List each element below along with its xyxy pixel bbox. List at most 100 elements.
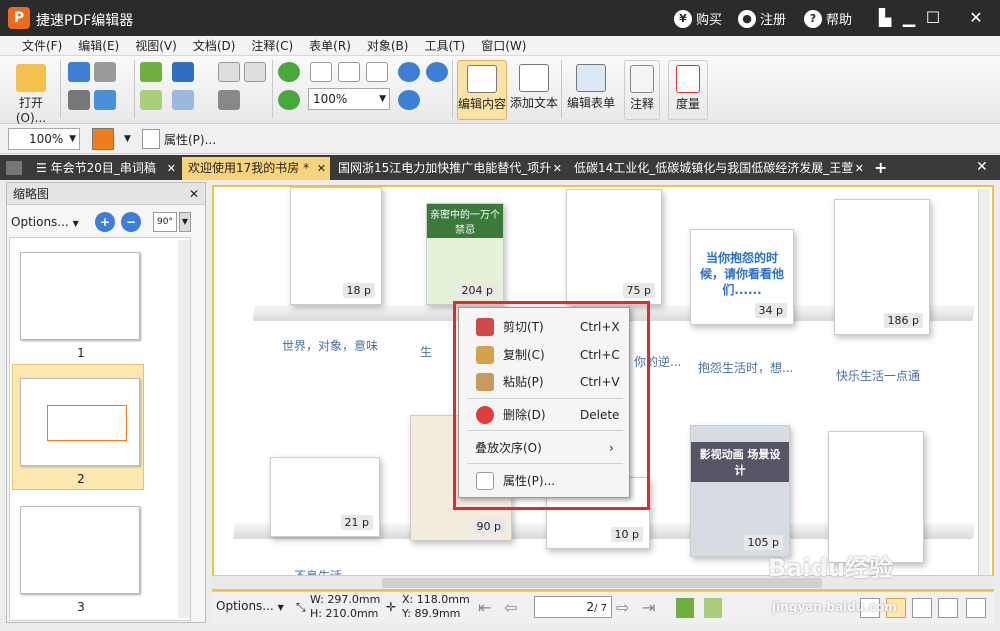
zoom-out-icon[interactable]: − bbox=[121, 212, 141, 232]
print-icon[interactable] bbox=[68, 90, 90, 110]
book-cover[interactable]: 18 p bbox=[290, 187, 382, 305]
export-icon[interactable] bbox=[140, 90, 162, 110]
edit-content-button[interactable]: 编辑内容 bbox=[457, 60, 507, 120]
book-cover[interactable]: 亲密中的一万个禁忌 204 p bbox=[426, 203, 504, 305]
menu-file[interactable]: 文件(F) bbox=[14, 36, 70, 55]
edit-content-label: 编辑内容 bbox=[458, 97, 507, 111]
tab-low-carbon[interactable]: 低碳14工业化_低碳城镇化与我国低碳经济发展_王萱 ✕ bbox=[568, 157, 868, 180]
email-icon[interactable] bbox=[94, 90, 116, 110]
zoom-in-icon[interactable]: + bbox=[95, 212, 115, 232]
help-button[interactable]: ? 帮助 bbox=[804, 9, 852, 28]
go-forward-icon[interactable] bbox=[704, 598, 722, 618]
zoom-in-icon[interactable] bbox=[398, 90, 420, 110]
book-cover[interactable] bbox=[828, 431, 924, 563]
thumbnail-page-2[interactable] bbox=[20, 378, 140, 466]
properties-label: 属性(P)... bbox=[164, 132, 217, 147]
menu-document[interactable]: 文档(D) bbox=[185, 36, 244, 55]
redo-icon[interactable] bbox=[172, 90, 194, 110]
undo-icon[interactable] bbox=[172, 62, 194, 82]
close-icon[interactable]: ✕ bbox=[189, 183, 199, 205]
close-icon[interactable]: ✕ bbox=[317, 157, 326, 180]
two-page-icon[interactable] bbox=[912, 598, 932, 618]
scanner-icon[interactable] bbox=[94, 62, 116, 82]
close-icon[interactable]: ✕ bbox=[167, 157, 176, 180]
close-icon[interactable]: ✕ bbox=[553, 157, 562, 180]
menu-item-copy[interactable]: 复制(C) Ctrl+C bbox=[459, 343, 631, 367]
menu-tools[interactable]: 工具(T) bbox=[416, 36, 473, 55]
rotate-cw-icon[interactable] bbox=[278, 62, 300, 82]
book-cover[interactable]: 当你抱怨的时候，请你看看他们...... 34 p bbox=[690, 229, 794, 325]
fit-page-icon[interactable] bbox=[338, 62, 360, 82]
menu-object[interactable]: 对象(B) bbox=[359, 36, 417, 55]
menu-item-order[interactable]: 叠放次序(O) › bbox=[459, 436, 631, 460]
book-cover[interactable]: 186 p bbox=[834, 199, 930, 335]
rotate-ccw-icon[interactable] bbox=[278, 90, 300, 110]
menu-label: 复制(C) bbox=[503, 348, 545, 362]
close-all-icon[interactable]: ✕ bbox=[976, 159, 988, 175]
chevron-down-icon[interactable]: ▼ bbox=[124, 134, 131, 144]
status-options[interactable]: Options... ▼ bbox=[216, 599, 284, 613]
grip-icon[interactable] bbox=[6, 161, 22, 175]
two-continuous-icon[interactable] bbox=[938, 598, 958, 618]
zoom-value: 100% bbox=[313, 92, 348, 106]
last-page-icon[interactable]: ⇥ bbox=[642, 598, 655, 617]
menu-edit[interactable]: 编辑(E) bbox=[70, 36, 127, 55]
buy-button[interactable]: ¥ 购买 bbox=[674, 9, 722, 28]
save-icon[interactable] bbox=[68, 62, 90, 82]
actual-size-icon[interactable] bbox=[310, 62, 332, 82]
vertical-scrollbar[interactable] bbox=[978, 189, 990, 577]
measure-button[interactable]: 度量 bbox=[668, 60, 708, 120]
properties-button[interactable]: 属性(P)... bbox=[142, 129, 216, 149]
zoom-out-icon[interactable] bbox=[426, 62, 448, 82]
menu-item-delete[interactable]: 删除(D) Delete bbox=[459, 403, 631, 427]
fit-width-icon[interactable] bbox=[366, 62, 388, 82]
tab-welcome[interactable]: 欢迎使用17我的书房 * ✕ bbox=[182, 157, 330, 180]
thumb-label: 2 bbox=[77, 472, 85, 486]
annotate-button[interactable]: 注释 bbox=[624, 60, 660, 120]
menu-view[interactable]: 视图(V) bbox=[127, 36, 185, 55]
menu-form[interactable]: 表单(R) bbox=[301, 36, 359, 55]
tab-annual-meeting[interactable]: ☰ 年会节20目_串词稿 ✕ bbox=[30, 157, 180, 180]
zoom-region-icon[interactable] bbox=[398, 62, 420, 82]
edit-form-button[interactable]: 编辑表单 bbox=[566, 60, 616, 120]
fullscreen-icon[interactable] bbox=[966, 598, 986, 618]
new-tab-icon[interactable]: + bbox=[874, 158, 887, 177]
prev-page-icon[interactable]: ⇦ bbox=[504, 598, 517, 617]
minimize-button[interactable]: ▁ bbox=[898, 8, 920, 28]
maximize-button[interactable]: ☐ bbox=[922, 8, 944, 28]
register-button[interactable]: ● 注册 bbox=[738, 9, 786, 28]
hand-icon[interactable] bbox=[218, 62, 240, 82]
next-page-icon[interactable]: ⇨ bbox=[616, 598, 629, 617]
thumbnail-scrollbar[interactable] bbox=[178, 240, 190, 618]
import-icon[interactable] bbox=[140, 62, 162, 82]
close-button[interactable]: ✕ bbox=[965, 8, 987, 28]
book-cover[interactable]: 影视动画 场景设计 105 p bbox=[690, 425, 790, 557]
first-page-icon[interactable]: ⇤ bbox=[478, 598, 491, 617]
zoom-select[interactable]: 100% ▼ bbox=[308, 88, 390, 110]
thumbnail-page-3[interactable] bbox=[20, 506, 140, 594]
menu-window[interactable]: 窗口(W) bbox=[473, 36, 534, 55]
opacity-select[interactable]: 100% ▼ bbox=[8, 128, 80, 150]
book-title: 当你抱怨的时候，请你看看他们...... bbox=[699, 251, 784, 297]
snapshot-icon[interactable] bbox=[218, 90, 240, 110]
thumbnail-page-1[interactable] bbox=[20, 252, 140, 340]
open-button[interactable]: 打开(O)... bbox=[4, 60, 58, 125]
book-cover[interactable]: 75 p bbox=[566, 189, 662, 305]
menu-item-paste[interactable]: 粘贴(P) Ctrl+V bbox=[459, 370, 631, 394]
menu-item-properties[interactable]: 属性(P)... bbox=[459, 469, 631, 493]
menu-item-cut[interactable]: 剪切(T) Ctrl+X bbox=[459, 315, 631, 339]
tab-zhejiang-power[interactable]: 国网浙15江电力加快推广电能替代_项升 ✕ bbox=[332, 157, 566, 180]
thumb-options[interactable]: Options... ▼ bbox=[11, 211, 89, 233]
rotate-button[interactable]: 90° bbox=[153, 212, 177, 232]
page-input[interactable]: 2/ 7 bbox=[534, 596, 612, 618]
color-picker[interactable] bbox=[92, 128, 114, 150]
book-cover[interactable]: 21 p bbox=[270, 457, 380, 537]
close-icon[interactable]: ✕ bbox=[855, 157, 864, 180]
go-back-icon[interactable] bbox=[676, 598, 694, 618]
scroll-thumb[interactable] bbox=[382, 578, 822, 588]
menu-comment[interactable]: 注释(C) bbox=[243, 36, 301, 55]
add-text-button[interactable]: 添加文本 bbox=[510, 60, 558, 120]
skin-icon[interactable]: ▙ bbox=[874, 8, 896, 28]
chevron-down-icon[interactable]: ▼ bbox=[179, 212, 191, 232]
select-text-icon[interactable] bbox=[244, 62, 266, 82]
